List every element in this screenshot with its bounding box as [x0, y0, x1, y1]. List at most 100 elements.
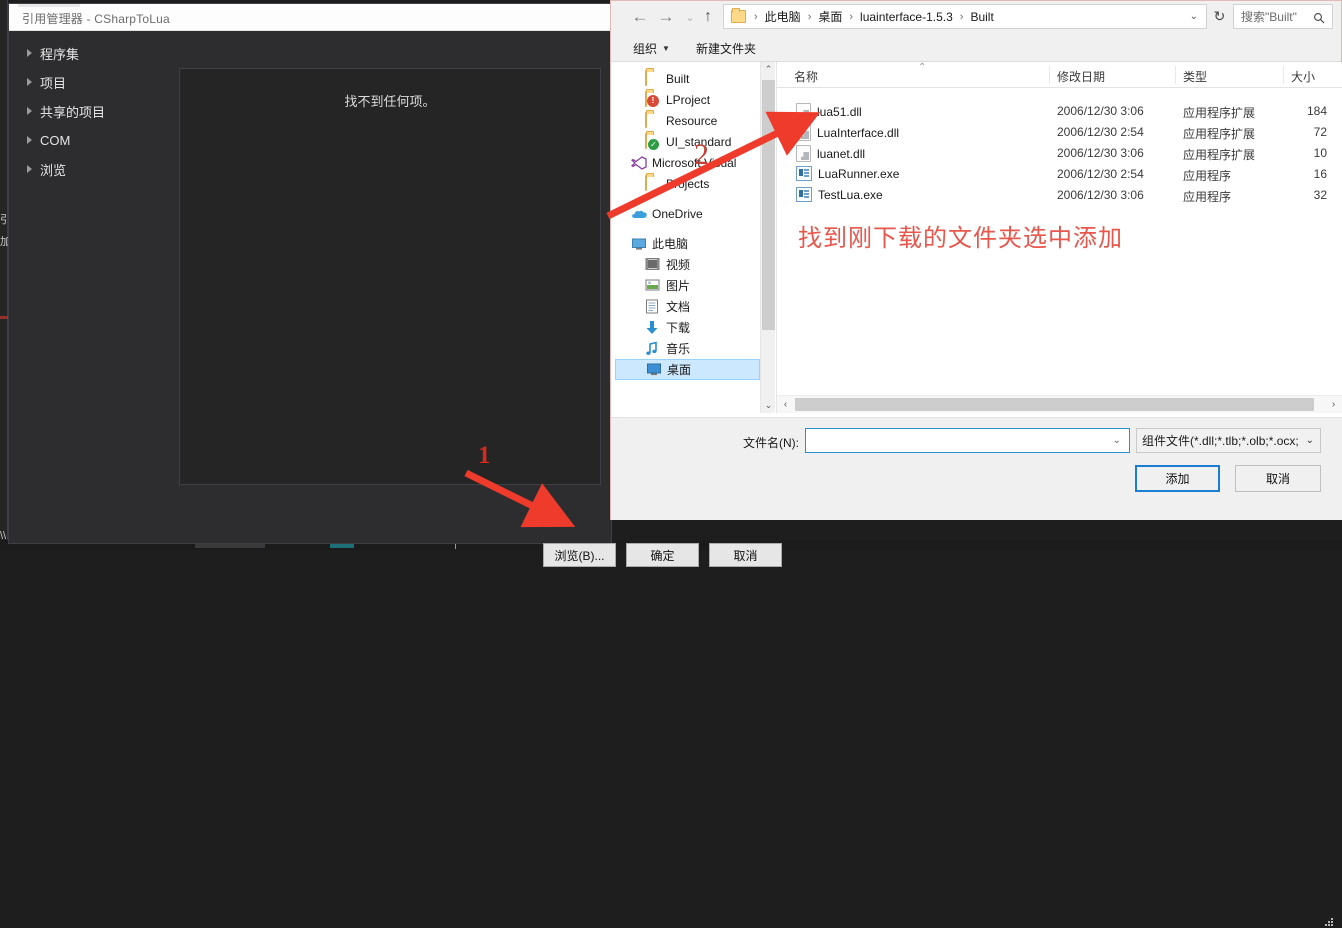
tree-scroll-thumb[interactable] — [762, 80, 775, 330]
reference-results-pane: 找不到任何项。 — [179, 68, 601, 485]
column-header-modified[interactable]: 修改日期 — [1057, 68, 1105, 85]
tree-item-ui-standard[interactable]: ✓ UI_standard — [615, 131, 760, 152]
scroll-left-icon[interactable]: ‹ — [777, 396, 794, 413]
tree-item-label: 图片 — [666, 279, 691, 293]
folder-sync-icon: ✓ — [645, 132, 661, 150]
tree-item-microsoft-visual[interactable]: Microsoft Visual — [615, 152, 760, 173]
category-item-projects[interactable]: 项目 — [9, 72, 179, 92]
hscroll-thumb[interactable] — [795, 398, 1314, 411]
scroll-up-icon[interactable]: ⌃ — [761, 62, 776, 77]
dll-file-icon — [796, 124, 811, 141]
chevron-down-icon: ▼ — [662, 44, 670, 53]
search-box[interactable]: 搜索"Built" — [1233, 4, 1333, 29]
add-button[interactable]: 添加 — [1135, 465, 1220, 492]
dll-file-icon — [796, 103, 811, 120]
dll-file-icon — [796, 145, 811, 162]
new-folder-button[interactable]: 新建文件夹 — [696, 40, 756, 57]
folder-icon — [645, 111, 661, 129]
tree-item-pictures[interactable]: 图片 — [615, 275, 760, 296]
search-icon — [1313, 11, 1325, 23]
breadcrumb-desktop[interactable]: 桌面 — [817, 8, 843, 25]
chevron-down-icon[interactable]: ⌄ — [1113, 435, 1121, 446]
resize-grip[interactable] — [1325, 918, 1335, 928]
file-row[interactable]: lua51.dll 2006/12/30 3:06 应用程序扩展 184 — [777, 100, 1342, 121]
category-label: COM — [40, 132, 71, 148]
browse-button[interactable]: 浏览(B)... — [543, 543, 616, 567]
chevron-down-icon[interactable]: ⌄ — [1190, 11, 1198, 22]
category-item-assemblies[interactable]: 程序集 — [9, 43, 179, 63]
tree-item-label: Resource — [666, 113, 718, 128]
breadcrumb-separator: › — [807, 10, 812, 23]
category-item-shared-projects[interactable]: 共享的项目 — [9, 101, 179, 121]
navigation-tree[interactable]: Built ! LProject Resource ✓ UI_standard — [615, 62, 760, 413]
tree-item-desktop[interactable]: 桌面 — [615, 359, 760, 380]
column-divider[interactable] — [1175, 66, 1176, 84]
search-placeholder: 搜索"Built" — [1241, 10, 1297, 24]
reference-manager-titlebar: 引用管理器 - CSharpToLua — [9, 4, 611, 31]
tree-item-this-pc[interactable]: 此电脑 — [615, 233, 760, 254]
breadcrumb-luainterface[interactable]: luainterface-1.5.3 — [859, 10, 954, 24]
tree-item-label: 下载 — [666, 321, 691, 335]
tree-item-label: Projects — [666, 176, 710, 191]
organize-button[interactable]: 组织 ▼ — [633, 40, 670, 57]
file-row[interactable]: TestLua.exe 2006/12/30 3:06 应用程序 32 — [777, 184, 1342, 205]
tree-item-documents[interactable]: 文档 — [615, 296, 760, 317]
explorer-nav-row: ← → ⌄ ↑ › 此电脑 › 桌面 › luainterface-1.5.3 … — [611, 1, 1341, 33]
column-header-name[interactable]: 名称 — [794, 68, 818, 85]
file-type-cell: 应用程序扩展 — [1183, 127, 1256, 141]
address-bar[interactable]: › 此电脑 › 桌面 › luainterface-1.5.3 › Built … — [723, 4, 1207, 29]
file-name-cell: LuaRunner.exe — [796, 166, 899, 181]
file-name-cell: luanet.dll — [796, 145, 865, 162]
file-modified-cell: 2006/12/30 3:06 — [1057, 188, 1144, 202]
category-label: 共享的项目 — [40, 104, 106, 120]
file-list-header: ⌃ 名称 修改日期 类型 大小 — [777, 62, 1342, 88]
downloads-icon — [645, 320, 661, 336]
category-label: 浏览 — [40, 162, 67, 178]
file-size-cell: 184 — [1306, 104, 1327, 118]
sort-ascending-icon: ⌃ — [918, 62, 927, 73]
cancel-button[interactable]: 取消 — [709, 543, 782, 567]
file-list-horizontal-scrollbar[interactable]: ‹ › — [777, 395, 1342, 413]
tree-item-built[interactable]: Built — [615, 68, 760, 89]
category-item-browse[interactable]: 浏览 — [9, 159, 179, 179]
file-type-filter[interactable]: 组件文件(*.dll;*.tlb;*.olb;*.ocx; ⌄ — [1136, 428, 1321, 453]
visual-studio-icon — [630, 155, 647, 171]
videos-icon — [645, 257, 661, 273]
ok-button[interactable]: 确定 — [626, 543, 699, 567]
file-row[interactable]: LuaRunner.exe 2006/12/30 2:54 应用程序 16 — [777, 163, 1342, 184]
breadcrumb-this-pc[interactable]: 此电脑 — [764, 8, 802, 25]
tree-item-onedrive[interactable]: OneDrive — [615, 203, 760, 224]
column-divider[interactable] — [1283, 66, 1284, 84]
tree-item-label: 此电脑 — [652, 237, 689, 251]
filename-input[interactable]: ⌄ — [805, 428, 1130, 453]
scroll-down-icon[interactable]: ⌄ — [761, 398, 776, 413]
folder-icon — [731, 8, 746, 23]
chevron-right-icon — [27, 136, 32, 144]
refresh-icon[interactable]: ↻ — [1211, 8, 1228, 25]
back-icon[interactable]: ← — [629, 6, 651, 28]
tree-item-music[interactable]: 音乐 — [615, 338, 760, 359]
tree-item-projects[interactable]: Projects — [615, 173, 760, 194]
tree-scrollbar[interactable]: ⌃ ⌄ — [760, 62, 775, 413]
file-row[interactable]: LuaInterface.dll 2006/12/30 2:54 应用程序扩展 … — [777, 121, 1342, 142]
up-icon[interactable]: ↑ — [697, 6, 719, 28]
this-pc-icon — [631, 236, 647, 252]
tree-item-videos[interactable]: 视频 — [615, 254, 760, 275]
scroll-right-icon[interactable]: › — [1325, 396, 1342, 413]
category-item-com[interactable]: COM — [9, 130, 179, 150]
category-label: 程序集 — [40, 46, 80, 62]
file-row[interactable]: luanet.dll 2006/12/30 3:06 应用程序扩展 10 — [777, 142, 1342, 163]
tree-item-resource[interactable]: Resource — [615, 110, 760, 131]
column-header-type[interactable]: 类型 — [1183, 68, 1207, 85]
filename-label: 文件名(N): — [743, 436, 799, 450]
column-divider[interactable] — [1049, 66, 1050, 84]
cancel-button[interactable]: 取消 — [1235, 465, 1321, 492]
breadcrumb-built[interactable]: Built — [969, 10, 994, 24]
tree-item-label: 音乐 — [666, 342, 691, 356]
column-header-size[interactable]: 大小 — [1291, 68, 1315, 85]
tree-item-downloads[interactable]: 下载 — [615, 317, 760, 338]
tree-item-lproject[interactable]: ! LProject — [615, 89, 760, 110]
forward-icon[interactable]: → — [655, 6, 677, 28]
file-modified-cell: 2006/12/30 2:54 — [1057, 125, 1144, 139]
tree-item-label: 桌面 — [667, 363, 692, 377]
